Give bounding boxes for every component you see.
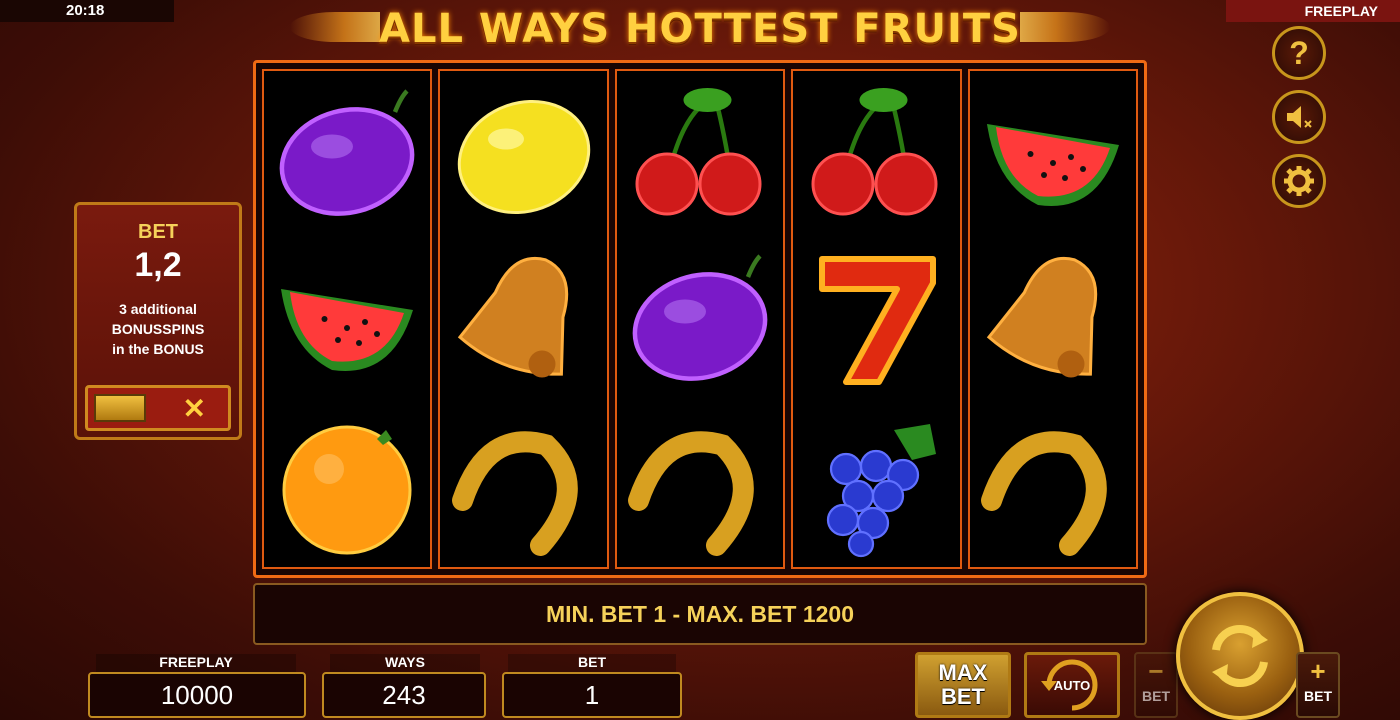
clock: 20:18 bbox=[0, 0, 174, 22]
help-icon: ? bbox=[1289, 34, 1309, 71]
settings-button[interactable] bbox=[1272, 154, 1326, 208]
auto-label: AUTO bbox=[1054, 678, 1091, 693]
plum-icon bbox=[267, 74, 427, 234]
seven-icon bbox=[796, 239, 956, 399]
reel-grid bbox=[253, 60, 1147, 578]
max-bet-button[interactable]: MAX BET bbox=[915, 652, 1011, 718]
cherries-icon bbox=[620, 74, 780, 234]
game-title: ALL WAYS HOTTEST FRUITS bbox=[290, 2, 1110, 56]
horseshoe-icon bbox=[444, 404, 604, 564]
bet-panel-label: BET bbox=[138, 221, 178, 243]
bell-icon bbox=[444, 239, 604, 399]
bonus-bet-panel: BET 1,2 3 additional BONUSSPINS in the B… bbox=[74, 202, 242, 440]
reel-3 bbox=[614, 69, 786, 569]
plus-icon: + bbox=[1310, 656, 1326, 686]
mode-badge: FREEPLAY bbox=[1226, 0, 1400, 22]
spin-button[interactable] bbox=[1176, 592, 1304, 720]
bet-panel-info-line: in the BONUS bbox=[112, 341, 204, 357]
bonus-toggle[interactable]: ✕ bbox=[85, 385, 231, 431]
watermelon-icon bbox=[267, 239, 427, 399]
lemon-icon bbox=[444, 74, 604, 234]
bet-value: 1 bbox=[502, 672, 682, 718]
bet-panel-info-line: BONUSSPINS bbox=[111, 321, 205, 337]
message-bar: MIN. BET 1 - MAX. BET 1200 bbox=[253, 583, 1147, 645]
bet-panel-info: 3 additional BONUSSPINS in the BONUS bbox=[77, 299, 239, 359]
bell-icon bbox=[973, 239, 1133, 399]
ways-label: WAYS bbox=[330, 654, 480, 672]
autoplay-icon: AUTO bbox=[1041, 659, 1098, 711]
help-button[interactable]: ? bbox=[1272, 26, 1326, 80]
bet-increase-button[interactable]: + BET bbox=[1296, 652, 1340, 718]
sound-muted-icon bbox=[1287, 106, 1312, 128]
gear-icon bbox=[1284, 166, 1314, 196]
reel-4 bbox=[791, 69, 962, 569]
bet-decrease-button[interactable]: − BET bbox=[1134, 652, 1178, 718]
cherries-icon bbox=[796, 74, 956, 234]
max-bet-line2: BET bbox=[941, 684, 985, 709]
plum-icon bbox=[620, 239, 780, 399]
title-text: ALL WAYS HOTTEST FRUITS bbox=[379, 6, 1021, 52]
orange-icon bbox=[267, 404, 427, 564]
bet-label: BET bbox=[508, 654, 676, 672]
reel-1 bbox=[262, 69, 433, 569]
ways-value: 243 bbox=[322, 672, 486, 718]
watermelon-icon bbox=[973, 74, 1133, 234]
sound-button[interactable] bbox=[1272, 90, 1326, 144]
max-bet-line1: MAX bbox=[938, 660, 988, 685]
horseshoe-icon bbox=[973, 404, 1133, 564]
bet-increase-label: BET bbox=[1304, 688, 1332, 704]
spin-arrows-icon bbox=[1212, 624, 1268, 688]
autoplay-button[interactable]: AUTO bbox=[1024, 652, 1120, 718]
close-icon[interactable]: ✕ bbox=[183, 392, 206, 425]
reel-2 bbox=[438, 69, 609, 569]
horseshoe-icon bbox=[620, 404, 780, 564]
bet-panel-value: 1,2 bbox=[134, 246, 182, 284]
freeplay-value: 10000 bbox=[88, 672, 306, 718]
bet-panel-info-line: 3 additional bbox=[119, 301, 197, 317]
minus-icon: − bbox=[1148, 656, 1164, 686]
reel-5 bbox=[967, 69, 1139, 569]
grapes-icon bbox=[796, 404, 956, 564]
freeplay-label: FREEPLAY bbox=[96, 654, 296, 672]
bet-decrease-label: BET bbox=[1142, 688, 1170, 704]
toggle-knob[interactable] bbox=[94, 394, 146, 422]
flame-decoration-icon bbox=[290, 12, 380, 42]
flame-decoration-icon bbox=[1020, 12, 1110, 42]
